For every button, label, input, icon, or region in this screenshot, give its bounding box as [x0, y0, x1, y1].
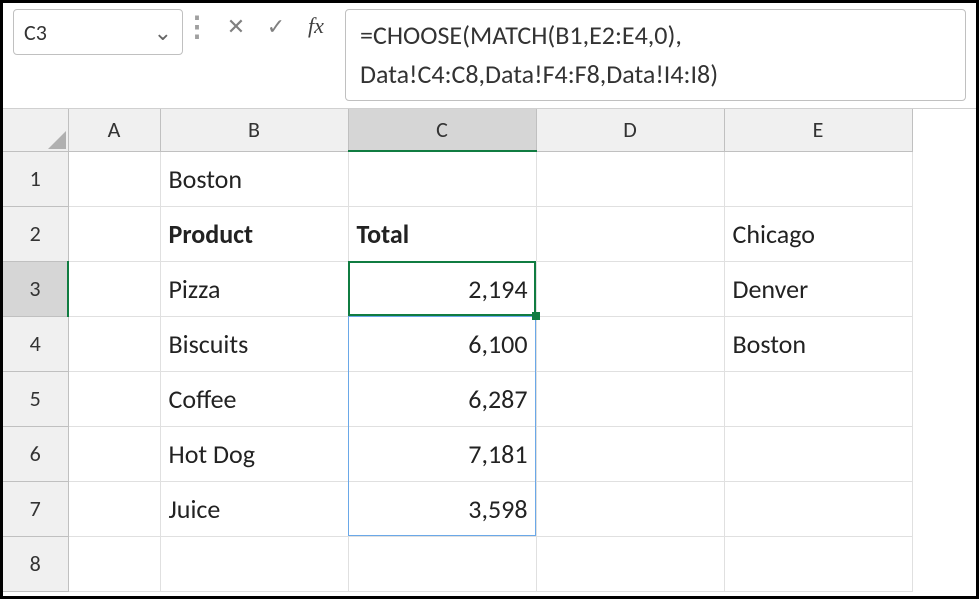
- name-box[interactable]: C3 ⌄: [13, 9, 183, 55]
- cell-A6[interactable]: [68, 426, 160, 481]
- row-header-7[interactable]: 7: [3, 481, 68, 536]
- cell-E8[interactable]: [724, 536, 912, 591]
- name-box-value: C3: [24, 19, 47, 46]
- cell-C4[interactable]: 6,100: [348, 316, 536, 371]
- row-header-5[interactable]: 5: [3, 371, 68, 426]
- cell-C2[interactable]: Total: [348, 206, 536, 261]
- cell-A3[interactable]: [68, 261, 160, 316]
- cell-C8[interactable]: [348, 536, 536, 591]
- formula-bar-buttons: ✕ ✓ fx: [223, 13, 329, 39]
- formula-input[interactable]: =CHOOSE(MATCH(B1,E2:E4,0), Data!C4:C8,Da…: [345, 9, 966, 101]
- cell-E1[interactable]: [724, 151, 912, 206]
- col-header-E[interactable]: E: [724, 109, 912, 151]
- cell-B2[interactable]: Product: [160, 206, 348, 261]
- cancel-button[interactable]: ✕: [223, 13, 249, 39]
- cell-B6[interactable]: Hot Dog: [160, 426, 348, 481]
- cell-E7[interactable]: [724, 481, 912, 536]
- cell-D3[interactable]: [536, 261, 724, 316]
- col-header-A[interactable]: A: [68, 109, 160, 151]
- cell-B8[interactable]: [160, 536, 348, 591]
- cell-A8[interactable]: [68, 536, 160, 591]
- name-box-dropdown-icon[interactable]: ⌄: [154, 19, 172, 46]
- cell-E3[interactable]: Denver: [724, 261, 912, 316]
- formula-bar: C3 ⌄ ⋮ ✕ ✓ fx =CHOOSE(MATCH(B1,E2:E4,0),…: [3, 3, 976, 109]
- cell-D4[interactable]: [536, 316, 724, 371]
- fill-handle[interactable]: [532, 312, 540, 320]
- cell-A5[interactable]: [68, 371, 160, 426]
- cell-D1[interactable]: [536, 151, 724, 206]
- insert-function-button[interactable]: fx: [303, 13, 329, 39]
- select-all-corner[interactable]: [3, 109, 68, 151]
- cell-D6[interactable]: [536, 426, 724, 481]
- col-header-B[interactable]: B: [160, 109, 348, 151]
- cell-B4[interactable]: Biscuits: [160, 316, 348, 371]
- cell-D2[interactable]: [536, 206, 724, 261]
- row-header-1[interactable]: 1: [3, 151, 68, 206]
- cell-C7[interactable]: 3,598: [348, 481, 536, 536]
- cell-E2[interactable]: Chicago: [724, 206, 912, 261]
- cell-A1[interactable]: [68, 151, 160, 206]
- col-header-C[interactable]: C: [348, 109, 536, 151]
- cell-A7[interactable]: [68, 481, 160, 536]
- cell-C6[interactable]: 7,181: [348, 426, 536, 481]
- cell-C5[interactable]: 6,287: [348, 371, 536, 426]
- worksheet[interactable]: A B C D E 1 Boston 2 Product Total Chica…: [3, 109, 976, 592]
- cell-C1[interactable]: [348, 151, 536, 206]
- cell-E4[interactable]: Boston: [724, 316, 912, 371]
- row-header-4[interactable]: 4: [3, 316, 68, 371]
- cell-D8[interactable]: [536, 536, 724, 591]
- cell-C3[interactable]: 2,194: [348, 261, 536, 316]
- cell-A2[interactable]: [68, 206, 160, 261]
- col-header-D[interactable]: D: [536, 109, 724, 151]
- enter-button[interactable]: ✓: [263, 13, 289, 39]
- row-header-6[interactable]: 6: [3, 426, 68, 481]
- row-header-3[interactable]: 3: [3, 261, 68, 316]
- row-header-2[interactable]: 2: [3, 206, 68, 261]
- formula-bar-separator: ⋮: [183, 9, 211, 44]
- cell-A4[interactable]: [68, 316, 160, 371]
- cell-D5[interactable]: [536, 371, 724, 426]
- cell-D7[interactable]: [536, 481, 724, 536]
- cell-B3[interactable]: Pizza: [160, 261, 348, 316]
- cell-E6[interactable]: [724, 426, 912, 481]
- cell-B5[interactable]: Coffee: [160, 371, 348, 426]
- row-header-8[interactable]: 8: [3, 536, 68, 591]
- cell-E5[interactable]: [724, 371, 912, 426]
- cell-B1[interactable]: Boston: [160, 151, 348, 206]
- cell-B7[interactable]: Juice: [160, 481, 348, 536]
